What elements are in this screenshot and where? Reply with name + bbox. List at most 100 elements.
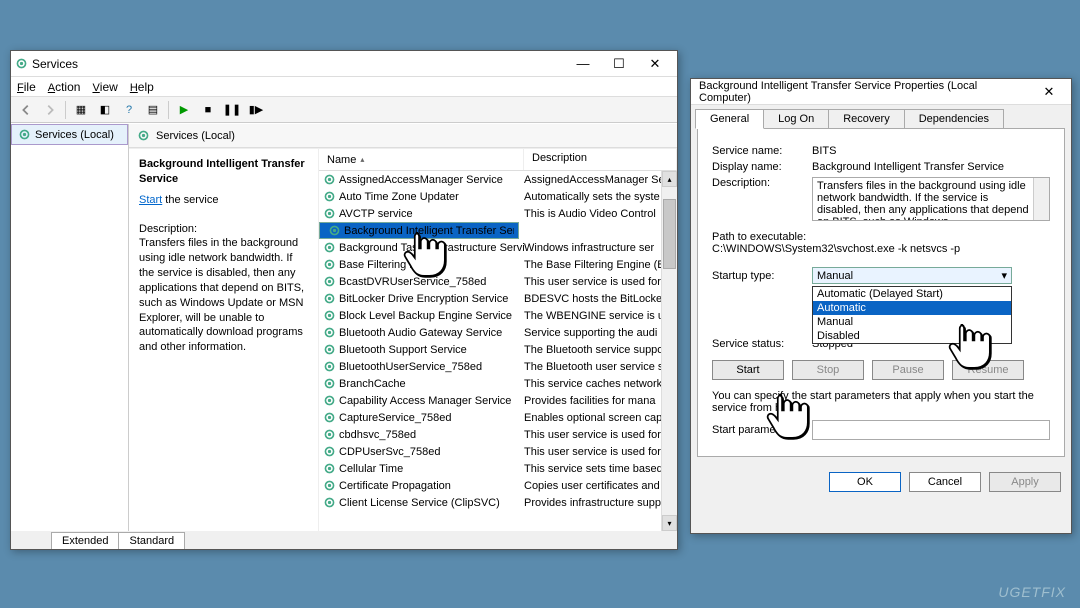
resume-button[interactable]: Resume <box>952 360 1024 380</box>
table-row[interactable]: Background Intelligent Transfer ServiceT… <box>319 222 519 239</box>
status-label: Service status: <box>712 338 812 350</box>
startup-option[interactable]: Disabled <box>813 329 1011 343</box>
maximize-button[interactable]: ☐ <box>601 52 637 76</box>
close-button[interactable]: ✕ <box>637 52 673 76</box>
gear-icon <box>323 496 336 509</box>
start-service-link[interactable]: Start <box>139 194 162 206</box>
properties-icon[interactable]: ▦ <box>70 100 92 120</box>
table-row[interactable]: Bluetooth Support ServiceThe Bluetooth s… <box>319 341 677 358</box>
table-row[interactable]: CDPUserSvc_758edThis user service is use… <box>319 443 677 460</box>
forward-button[interactable] <box>39 100 61 120</box>
table-row[interactable]: Client License Service (ClipSVC)Provides… <box>319 494 677 511</box>
services-window: Services — ☐ ✕ File Action View Help ▦ ◧… <box>10 50 678 550</box>
start-params-input[interactable] <box>812 420 1050 440</box>
chevron-down-icon: ▾ <box>1001 269 1007 282</box>
desc-scrollbar[interactable] <box>1033 178 1049 220</box>
service-desc: AssignedAccessManager Se <box>524 174 677 186</box>
right-pane: Services (Local) Background Intelligent … <box>129 124 677 531</box>
params-label: Start parameters: <box>712 424 812 436</box>
service-name: Bluetooth Audio Gateway Service <box>339 327 502 339</box>
disp-name-label: Display name: <box>712 161 812 173</box>
service-name: Auto Time Zone Updater <box>339 191 459 203</box>
export-icon[interactable]: ◧ <box>94 100 116 120</box>
play-icon[interactable]: ▶ <box>173 100 195 120</box>
service-name: Bluetooth Support Service <box>339 344 467 356</box>
service-desc: Automatically sets the syste <box>524 191 677 203</box>
table-row[interactable]: Cellular TimeThis service sets time base… <box>319 460 677 477</box>
tab-extended[interactable]: Extended <box>51 532 119 549</box>
menu-help[interactable]: Help <box>130 80 154 94</box>
detail-heading: Background Intelligent Transfer Service <box>139 157 308 187</box>
minimize-button[interactable]: — <box>565 52 601 76</box>
tab-general[interactable]: General <box>695 109 764 129</box>
table-row[interactable]: cbdhsvc_758edThis user service is used f… <box>319 426 677 443</box>
col-name[interactable]: Name▴ <box>319 149 524 170</box>
desc-textbox[interactable]: Transfers files in the background using … <box>812 177 1050 221</box>
table-row[interactable]: BranchCache This service caches network <box>319 375 677 392</box>
startup-options: Automatic (Delayed Start)AutomaticManual… <box>812 286 1012 344</box>
tab-recovery[interactable]: Recovery <box>828 109 904 129</box>
startup-option[interactable]: Automatic <box>813 301 1011 315</box>
start-button[interactable]: Start <box>712 360 784 380</box>
startup-option[interactable]: Automatic (Delayed Start) <box>813 287 1011 301</box>
tab-logon[interactable]: Log On <box>763 109 829 129</box>
tree-item-services-local[interactable]: Services (Local) <box>11 124 128 145</box>
service-desc: Windows infrastructure ser <box>524 242 677 254</box>
gear-icon <box>323 173 336 186</box>
scroll-down-icon[interactable]: ▾ <box>662 515 677 531</box>
menu-file[interactable]: File <box>17 80 36 94</box>
help-icon[interactable]: ? <box>118 100 140 120</box>
table-row[interactable]: AssignedAccessManager ServiceAssignedAcc… <box>319 171 677 188</box>
service-name: CDPUserSvc_758ed <box>339 446 441 458</box>
vertical-scrollbar[interactable]: ▴ ▾ <box>661 171 677 531</box>
close-button[interactable]: ✕ <box>1031 80 1067 104</box>
back-button[interactable] <box>15 100 37 120</box>
ok-button[interactable]: OK <box>829 472 901 492</box>
table-row[interactable]: AVCTP serviceThis is Audio Video Control <box>319 205 677 222</box>
refresh-icon[interactable]: ▤ <box>142 100 164 120</box>
gear-icon <box>323 309 336 322</box>
tab-standard[interactable]: Standard <box>118 532 185 549</box>
stop-icon[interactable]: ■ <box>197 100 219 120</box>
scroll-up-icon[interactable]: ▴ <box>662 171 677 187</box>
service-name: BranchCache <box>339 378 406 390</box>
table-row[interactable]: Certificate PropagationCopies user certi… <box>319 477 677 494</box>
service-name: Background Intelligent Transfer Service <box>344 225 514 237</box>
table-row[interactable]: Background Tasks Infrastructure ServiceW… <box>319 239 677 256</box>
menubar: File Action View Help <box>11 77 677 97</box>
service-desc: This service caches network <box>524 378 677 390</box>
gear-icon <box>15 57 28 70</box>
menu-action[interactable]: Action <box>48 80 81 94</box>
tab-dependencies[interactable]: Dependencies <box>904 109 1004 129</box>
table-row[interactable]: Base Filtering EngineThe Base Filtering … <box>319 256 677 273</box>
table-row[interactable]: BluetoothUserService_758edThe Bluetooth … <box>319 358 677 375</box>
table-row[interactable]: BitLocker Drive Encryption Service BDESVC… <box>319 290 677 307</box>
stop-button[interactable]: Stop <box>792 360 864 380</box>
table-row[interactable]: Auto Time Zone Updater Automatically sets… <box>319 188 677 205</box>
pause-icon[interactable]: ❚❚ <box>221 100 243 120</box>
service-name: BitLocker Drive Encryption Service <box>339 293 508 305</box>
service-desc: This is Audio Video Control <box>524 208 677 220</box>
service-name: Client License Service (ClipSVC) <box>339 497 500 509</box>
gear-icon <box>323 207 336 220</box>
startup-type-dropdown[interactable]: Manual ▾ Automatic (Delayed Start)Automa… <box>812 267 1012 284</box>
cancel-button[interactable]: Cancel <box>909 472 981 492</box>
table-row[interactable]: Capability Access Manager ServiceProvide… <box>319 392 677 409</box>
table-row[interactable]: Bluetooth Audio Gateway Service Service s… <box>319 324 677 341</box>
dialog-tabs: General Log On Recovery Dependencies <box>691 105 1071 129</box>
startup-value: Manual <box>817 270 853 282</box>
menu-view[interactable]: View <box>92 80 117 94</box>
restart-icon[interactable]: ▮▶ <box>245 100 267 120</box>
service-desc: Service supporting the audi <box>524 327 677 339</box>
table-row[interactable]: CaptureService_758edEnables optional scr… <box>319 409 677 426</box>
service-name: cbdhsvc_758ed <box>339 429 416 441</box>
scroll-thumb[interactable] <box>663 199 676 269</box>
table-row[interactable]: BcastDVRUserService_758edThis user servi… <box>319 273 677 290</box>
svc-name-value: BITS <box>812 145 1050 157</box>
table-row[interactable]: Block Level Backup Engine ServiceThe WBE… <box>319 307 677 324</box>
apply-button[interactable]: Apply <box>989 472 1061 492</box>
pause-button[interactable]: Pause <box>872 360 944 380</box>
service-desc: BDESVC hosts the BitLocker <box>524 293 677 305</box>
col-description[interactable]: Description <box>524 149 677 170</box>
startup-option[interactable]: Manual <box>813 315 1011 329</box>
